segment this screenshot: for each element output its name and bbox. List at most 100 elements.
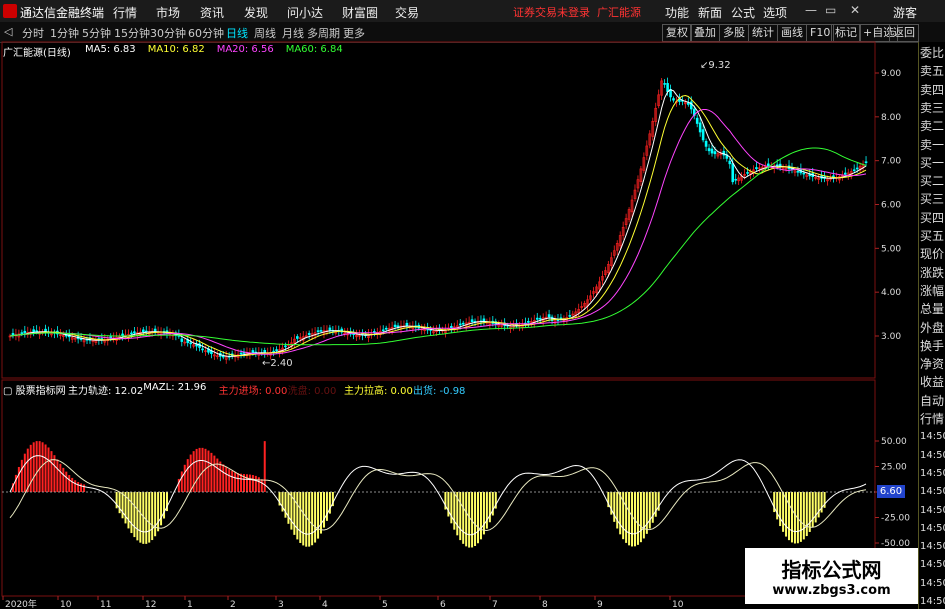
side-panel-item-28[interactable]: 14:50 bbox=[920, 558, 945, 572]
high-price-marker: ↙9.32 bbox=[700, 60, 731, 71]
candle-body bbox=[713, 151, 717, 155]
candle-body bbox=[547, 314, 551, 318]
pullup-bar bbox=[782, 492, 785, 532]
pullup-bar bbox=[160, 492, 163, 526]
pullup-bar bbox=[465, 492, 468, 547]
candle-body bbox=[796, 171, 800, 173]
candle-body bbox=[704, 140, 708, 147]
side-panel-item-21[interactable]: 14:50 bbox=[920, 430, 945, 444]
watermark: 指标公式网 www.zbgs3.com bbox=[745, 548, 918, 604]
side-panel-item-25[interactable]: 14:50 bbox=[920, 504, 945, 518]
side-panel-item-5[interactable]: 卖一 bbox=[920, 138, 945, 152]
pullup-bar bbox=[145, 492, 148, 544]
side-panel-item-23[interactable]: 14:50 bbox=[920, 467, 945, 481]
time-label-11: 8 bbox=[542, 600, 548, 609]
side-panel-item-10[interactable]: 买五 bbox=[920, 229, 945, 243]
main-force-bar bbox=[80, 483, 83, 492]
price-label-4: 5.00 bbox=[881, 244, 901, 254]
side-panel-item-26[interactable]: 14:50 bbox=[920, 522, 945, 536]
pullup-bar bbox=[790, 492, 793, 543]
candle-body bbox=[189, 342, 192, 345]
chart-canvas[interactable]: 9.008.007.006.005.004.003.0050.0025.000.… bbox=[0, 0, 918, 609]
main-force-bar bbox=[56, 459, 59, 492]
side-panel-item-14[interactable]: 总量 bbox=[920, 302, 945, 316]
side-panel-item-13[interactable]: 涨幅 bbox=[920, 284, 945, 298]
main-force-bar bbox=[195, 448, 198, 492]
candle-body bbox=[766, 163, 770, 167]
candle-body bbox=[23, 330, 27, 334]
side-panel-item-6[interactable]: 买一 bbox=[920, 156, 945, 170]
pullup-bar bbox=[811, 492, 814, 528]
candle-body bbox=[672, 98, 675, 101]
main-force-bar bbox=[260, 479, 263, 492]
ma10-line bbox=[9, 94, 867, 357]
side-panel-item-12[interactable]: 涨跌 bbox=[920, 266, 945, 280]
side-panel-item-0[interactable]: 委比 bbox=[920, 46, 945, 60]
pullup-bar bbox=[450, 492, 453, 524]
time-label-6: 3 bbox=[278, 600, 284, 609]
main-force-bar bbox=[38, 441, 41, 492]
side-panel-item-15[interactable]: 外盘 bbox=[920, 321, 945, 335]
watermark-url: www.zbgs3.com bbox=[772, 583, 891, 598]
side-panel-item-3[interactable]: 卖三 bbox=[920, 101, 945, 115]
candle-body bbox=[381, 329, 385, 332]
side-panel-item-9[interactable]: 买四 bbox=[920, 211, 945, 225]
side-panel-item-22[interactable]: 14:50 bbox=[920, 449, 945, 463]
side-panel-item-1[interactable]: 卖五 bbox=[920, 64, 945, 78]
pullup-bar bbox=[651, 492, 654, 523]
pullup-bar bbox=[468, 492, 471, 548]
mazl-line bbox=[9, 459, 867, 532]
side-panel-item-27[interactable]: 14:50 bbox=[920, 540, 945, 554]
candle-body bbox=[20, 332, 24, 334]
side-panel-item-7[interactable]: 买二 bbox=[920, 174, 945, 188]
candle-body bbox=[734, 178, 738, 181]
pullup-bar bbox=[488, 492, 491, 523]
candle-body bbox=[728, 160, 732, 165]
main-force-bar bbox=[234, 472, 237, 492]
side-panel-item-17[interactable]: 净资 bbox=[920, 357, 945, 371]
pullup-bar bbox=[317, 492, 320, 539]
side-panel-item-16[interactable]: 换手 bbox=[920, 339, 945, 353]
main-force-bar bbox=[251, 475, 254, 492]
pullup-bar bbox=[121, 492, 124, 519]
candle-body bbox=[307, 333, 311, 335]
side-panel-item-8[interactable]: 买三 bbox=[920, 192, 945, 206]
main-force-bar bbox=[219, 461, 222, 492]
candle-body bbox=[802, 172, 806, 175]
side-panel-item-30[interactable]: 14:50 bbox=[920, 595, 945, 609]
side-panel-item-24[interactable]: 14:50 bbox=[920, 485, 945, 499]
side-panel-item-18[interactable]: 收益 bbox=[920, 375, 945, 389]
side-panel-item-29[interactable]: 14:50 bbox=[920, 577, 945, 591]
candle-body bbox=[35, 330, 38, 332]
main-force-bar bbox=[29, 444, 32, 492]
main-force-bar bbox=[240, 473, 243, 492]
side-panel-item-4[interactable]: 卖二 bbox=[920, 119, 945, 133]
pullup-bar bbox=[459, 492, 462, 541]
main-force-bar bbox=[44, 444, 47, 492]
ma5-line bbox=[9, 89, 867, 357]
time-label-1: 10 bbox=[60, 600, 72, 609]
candle-body bbox=[666, 83, 669, 92]
pullup-bar bbox=[645, 492, 648, 534]
main-force-bar bbox=[83, 484, 86, 492]
side-panel-item-11[interactable]: 现价 bbox=[920, 247, 945, 261]
main-force-bar bbox=[213, 455, 216, 492]
side-panel-item-2[interactable]: 卖四 bbox=[920, 83, 945, 97]
pullup-bar bbox=[619, 492, 622, 535]
pullup-bar bbox=[148, 492, 151, 543]
pullup-bar bbox=[814, 492, 817, 523]
pullup-bar bbox=[302, 492, 305, 546]
pullup-bar bbox=[151, 492, 154, 541]
main-force-bar bbox=[183, 464, 186, 492]
main-force-bar bbox=[53, 455, 56, 492]
side-panel-item-19[interactable]: 自动 bbox=[920, 394, 945, 408]
time-label-7: 4 bbox=[322, 600, 328, 609]
time-label-13: 10 bbox=[672, 600, 684, 609]
candle-body bbox=[32, 329, 35, 333]
pullup-bar bbox=[130, 492, 133, 534]
price-label-3: 6.00 bbox=[881, 201, 901, 211]
side-panel-item-20[interactable]: 行情 bbox=[920, 412, 945, 426]
pullup-bar bbox=[805, 492, 808, 537]
pullup-bar bbox=[311, 492, 314, 546]
price-label-2: 7.00 bbox=[881, 157, 901, 167]
